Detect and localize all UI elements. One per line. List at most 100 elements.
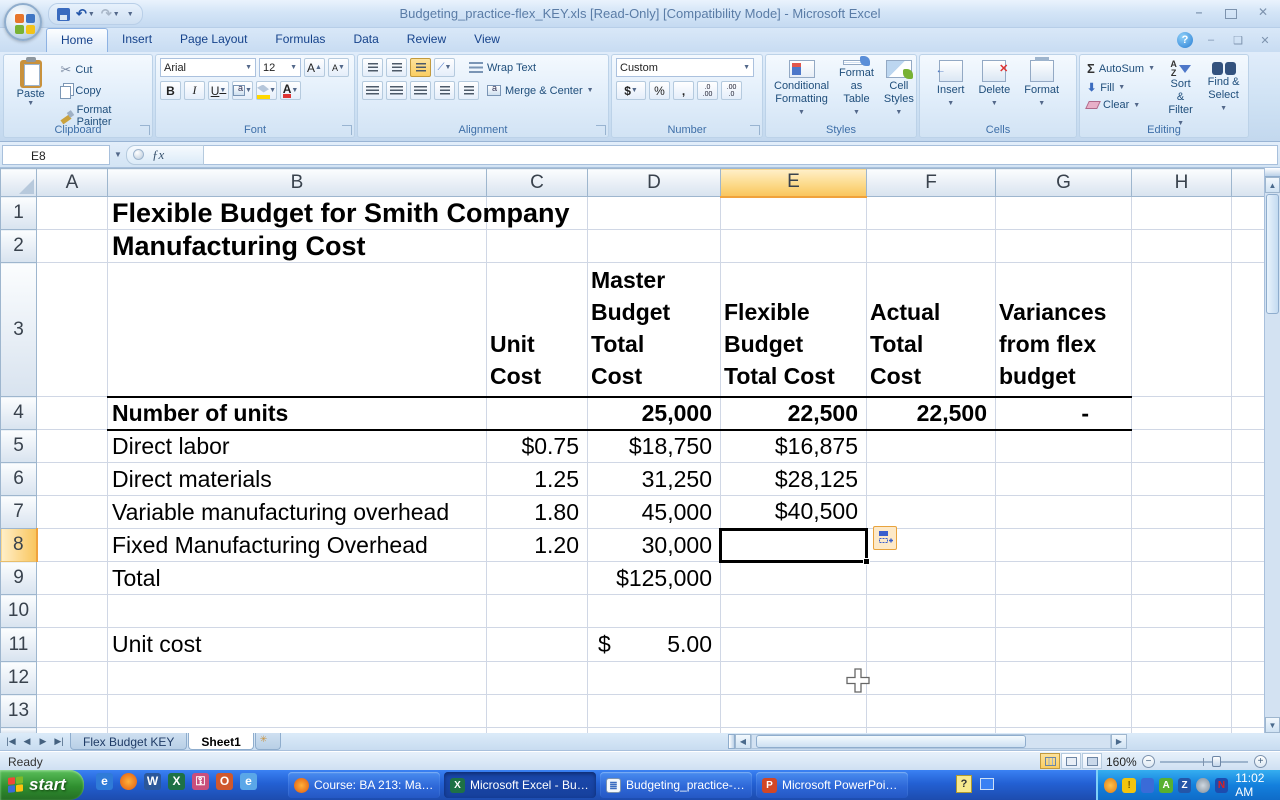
- cell-A4[interactable]: [37, 397, 108, 430]
- zoom-out-button[interactable]: −: [1142, 755, 1155, 768]
- cell-C3[interactable]: Unit Cost: [487, 263, 588, 397]
- clear-button[interactable]: Clear▼: [1084, 98, 1158, 112]
- align-left-button[interactable]: [362, 81, 383, 100]
- cell-C5[interactable]: $0.75: [487, 430, 588, 463]
- task-button-powerpoint[interactable]: P Microsoft PowerPoint ...: [756, 772, 908, 798]
- cell-D7[interactable]: 45,000: [588, 496, 721, 529]
- cell-B12[interactable]: [108, 662, 487, 695]
- cell-D9[interactable]: $125,000: [588, 562, 721, 595]
- fill-button[interactable]: ⬇ Fill▼: [1084, 80, 1158, 95]
- cell-E6[interactable]: $28,125: [721, 463, 867, 496]
- cell-H13[interactable]: [1132, 695, 1232, 728]
- horizontal-scroll-track[interactable]: [751, 734, 1111, 749]
- shrink-font-button[interactable]: A▼: [328, 58, 349, 77]
- outlook-icon[interactable]: O: [216, 773, 233, 790]
- tray-messenger-icon[interactable]: [1104, 778, 1117, 793]
- copy-button[interactable]: Copy: [57, 82, 148, 100]
- cell-E1[interactable]: [721, 197, 867, 230]
- cell-A2[interactable]: [37, 230, 108, 263]
- cell-E3[interactable]: Flexible Budget Total Cost: [721, 263, 867, 397]
- cell-H5[interactable]: [1132, 430, 1232, 463]
- tab-page-layout[interactable]: Page Layout: [166, 28, 261, 52]
- sheet-tab-sheet1[interactable]: Sheet1: [188, 733, 253, 750]
- cell-E10[interactable]: [721, 595, 867, 628]
- name-box-dropdown-icon[interactable]: ▼: [110, 145, 126, 165]
- cell-F10[interactable]: [867, 595, 996, 628]
- insert-function-button[interactable]: ƒx: [126, 145, 204, 165]
- cell-D3[interactable]: Master Budget Total Cost: [588, 263, 721, 397]
- normal-view-button[interactable]: [1040, 753, 1060, 769]
- col-header-H[interactable]: H: [1132, 169, 1232, 197]
- cell-G3[interactable]: Variances from flex budget: [996, 263, 1132, 397]
- last-sheet-icon[interactable]: ▶|: [52, 736, 66, 747]
- cell-G4[interactable]: -: [996, 397, 1132, 430]
- split-handle[interactable]: [1265, 168, 1280, 177]
- cell-B2[interactable]: Manufacturing Cost: [108, 230, 487, 263]
- row-header-1[interactable]: 1: [1, 197, 37, 230]
- cell-H11[interactable]: [1132, 628, 1232, 662]
- fill-color-button[interactable]: ▼: [256, 81, 277, 100]
- name-box[interactable]: E8: [2, 145, 110, 165]
- align-bottom-button[interactable]: [410, 58, 431, 77]
- zoom-in-button[interactable]: +: [1254, 755, 1267, 768]
- paste-button[interactable]: Paste ▼: [8, 58, 53, 121]
- cell-E2[interactable]: [721, 230, 867, 263]
- align-right-button[interactable]: [410, 81, 431, 100]
- conditional-formatting-button[interactable]: Conditional Formatting▼: [770, 58, 833, 121]
- cell-E13[interactable]: [721, 695, 867, 728]
- redo-button[interactable]: ↷▼: [101, 6, 120, 22]
- cell-B13[interactable]: [108, 695, 487, 728]
- align-top-button[interactable]: [362, 58, 383, 77]
- font-dialog-launcher-icon[interactable]: [342, 125, 352, 135]
- show-desktop-icon[interactable]: [980, 778, 994, 790]
- insert-cells-button[interactable]: Insert▼: [933, 58, 969, 121]
- row-header-7[interactable]: 7: [1, 496, 37, 529]
- scroll-up-icon[interactable]: ▲: [1265, 177, 1280, 193]
- cell-B10[interactable]: [108, 595, 487, 628]
- excel-icon[interactable]: X: [168, 773, 185, 790]
- cell-A5[interactable]: [37, 430, 108, 463]
- cell-A7[interactable]: [37, 496, 108, 529]
- bold-button[interactable]: B: [160, 81, 181, 100]
- col-header-F[interactable]: F: [867, 169, 996, 197]
- page-layout-view-button[interactable]: [1061, 753, 1081, 769]
- cell-F5[interactable]: [867, 430, 996, 463]
- cell-C12[interactable]: [487, 662, 588, 695]
- cell-C13[interactable]: [487, 695, 588, 728]
- merge-center-button[interactable]: Merge & Center ▼: [484, 84, 597, 98]
- horizontal-scroll-thumb[interactable]: [756, 735, 1026, 748]
- percent-style-button[interactable]: %: [649, 81, 670, 100]
- first-sheet-icon[interactable]: |◀: [4, 736, 18, 747]
- zoom-slider[interactable]: [1160, 761, 1248, 763]
- cell-E8-selected[interactable]: [721, 529, 867, 562]
- cell-A1[interactable]: [37, 197, 108, 230]
- internet-explorer-icon[interactable]: e: [96, 773, 113, 790]
- cell-C8[interactable]: 1.20: [487, 529, 588, 562]
- italic-button[interactable]: I: [184, 81, 205, 100]
- cell-F7[interactable]: [867, 496, 996, 529]
- cell-F13[interactable]: [867, 695, 996, 728]
- workbook-restore-button[interactable]: ❑: [1229, 34, 1247, 47]
- cell-H4[interactable]: [1132, 397, 1232, 430]
- sort-filter-button[interactable]: AZ Sort & Filter▼: [1162, 58, 1199, 121]
- undo-button[interactable]: ↶▼: [76, 6, 95, 22]
- cell-G1[interactable]: [996, 197, 1132, 230]
- alignment-dialog-launcher-icon[interactable]: [596, 125, 606, 135]
- tray-app-blue-icon[interactable]: [1141, 778, 1154, 793]
- row-header-6[interactable]: 6: [1, 463, 37, 496]
- cell-H3[interactable]: [1132, 263, 1232, 397]
- col-header-G[interactable]: G: [996, 169, 1132, 197]
- task-button-excel[interactable]: X Microsoft Excel - Bud...: [444, 772, 596, 798]
- cell-A3[interactable]: [37, 263, 108, 397]
- cell-E5[interactable]: $16,875: [721, 430, 867, 463]
- row-header-12[interactable]: 12: [1, 662, 37, 695]
- cell-B8[interactable]: Fixed Manufacturing Overhead: [108, 529, 487, 562]
- cell-C11[interactable]: [487, 628, 588, 662]
- row-header-5[interactable]: 5: [1, 430, 37, 463]
- cell-D13[interactable]: [588, 695, 721, 728]
- cell-D10[interactable]: [588, 595, 721, 628]
- cell-B4[interactable]: Number of units: [108, 397, 487, 430]
- zoom-slider-thumb[interactable]: [1212, 756, 1221, 767]
- row-header-9[interactable]: 9: [1, 562, 37, 595]
- save-button[interactable]: [57, 8, 70, 21]
